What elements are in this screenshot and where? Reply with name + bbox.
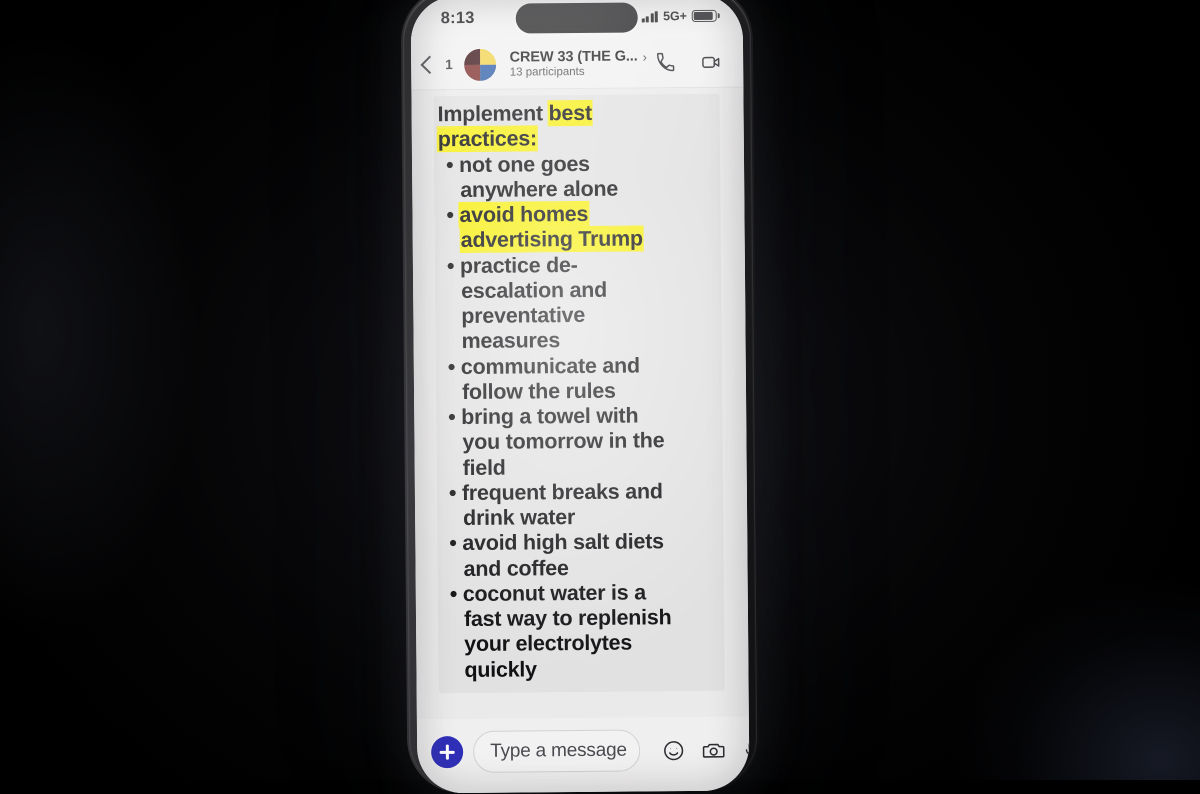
message-list-line: • frequent breaks and [441,479,713,507]
message-bubble[interactable]: Implement best practices: • not one goes an… [433,93,725,693]
message-text-run: • coconut water is a [449,580,646,606]
message-text-run: • [446,203,460,228]
avatar-quadrant [479,48,496,65]
status-bar: 8:13 5G+ [410,0,743,41]
chat-title-block[interactable]: CREW 33 (THE G... › 13 participants [510,48,648,78]
message-list-line: quickly [442,655,714,683]
message-list-line: • bring a towel with [440,403,712,431]
message-list-line: • avoid high salt diets [441,529,713,557]
avatar-quadrant [463,64,480,81]
message-list-line: advertising Trump [439,226,711,254]
message-list-line: and coffee [441,554,713,582]
camera-icon[interactable] [701,738,726,761]
composer-icons [650,738,750,762]
highlighted-text: best [548,100,592,126]
message-text-run: • not one goes [445,151,590,177]
message-list-line: drink water [441,504,713,532]
chevron-right-icon: › [642,48,648,64]
message-list-line: • communicate and [440,352,712,380]
dynamic-island [515,2,638,34]
message-text: Implement best practices: • not one goes an… [437,100,714,683]
message-text-run: your electrolytes [464,630,633,657]
message-text-run: you tomorrow in the [462,428,665,455]
message-list-line: anywhere alone [438,176,710,204]
phone-call-icon[interactable] [655,52,676,73]
message-heading-line: practices: [437,125,710,153]
message-list-line: follow the rules [440,378,712,406]
chat-title-row: CREW 33 (THE G... › [510,48,648,65]
conversation-area[interactable]: Implement best practices: • not one goes an… [411,87,749,720]
message-input[interactable]: Type a message [472,729,640,773]
back-chevron-icon[interactable] [420,55,439,74]
message-text-run: • practice de- [446,252,578,278]
message-text-run: anywhere alone [460,176,619,202]
chat-header: 1 CREW 33 (THE G... › 13 participants [410,37,744,91]
message-list-line: your electrolytes [442,630,714,658]
message-text-run: follow the rules [461,378,616,404]
plus-icon[interactable] [431,736,464,769]
message-list-line: field [441,453,713,481]
message-list-line: • coconut water is a [442,580,714,608]
highlighted-text: advertising Trump [460,226,643,253]
message-list-line: • avoid homes [438,201,710,229]
unread-count-badge[interactable]: 1 [445,57,453,72]
highlighted-text: practices: [437,126,538,152]
message-text-run: quickly [464,656,537,682]
message-text-run: measures [461,328,561,354]
message-text-run: • communicate and [447,352,640,379]
message-text-run: • avoid high salt diets [449,529,664,556]
message-composer: Type a message [416,716,750,794]
message-text-run: Implement [437,101,549,127]
message-list-line: you tomorrow in the [440,428,712,456]
avatar-quadrant [479,64,496,81]
video-camera-icon[interactable] [700,52,723,73]
message-text-run: escalation and [461,277,608,303]
message-list-line: escalation and [439,277,711,305]
microphone-icon[interactable] [742,738,750,761]
background-glow [0,0,420,780]
message-text-run: drink water [463,505,576,531]
group-avatar[interactable] [463,48,496,81]
message-text-run: • bring a towel with [448,403,639,430]
message-input-placeholder: Type a message [490,739,627,762]
message-text-run: field [462,455,506,480]
phone-screen: 8:13 5G+ 1 CREW 33 (THE G... › 13 partic… [410,0,750,794]
battery-fill [694,11,714,20]
message-text-run: preventative [461,302,586,329]
message-list-line: fast way to replenish [442,605,714,633]
participants-count: 13 participants [509,65,585,79]
message-list-line: • practice de- [439,251,711,279]
message-list-line: measures [439,327,711,355]
message-list-line: preventative [439,302,711,330]
message-text-run: • frequent breaks and [448,479,663,505]
smiley-face-icon[interactable] [662,739,685,762]
highlighted-text: avoid homes [459,201,589,228]
message-text-run: and coffee [463,555,569,581]
photo-background: 8:13 5G+ 1 CREW 33 (THE G... › 13 partic… [0,0,1200,794]
status-clock: 8:13 [440,8,475,27]
avatar-quadrant [463,48,480,65]
phone-device: 8:13 5G+ 1 CREW 33 (THE G... › 13 partic… [400,0,760,794]
status-indicators: 5G+ [641,9,717,24]
chat-title: CREW 33 (THE G... [509,48,638,66]
message-list-line: • not one goes [438,150,710,178]
message-text-run: fast way to replenish [463,605,672,632]
signal-bars-icon [641,10,659,22]
battery-icon [691,9,717,23]
network-type-label: 5G+ [663,9,687,24]
message-heading-line: Implement best [437,100,709,128]
